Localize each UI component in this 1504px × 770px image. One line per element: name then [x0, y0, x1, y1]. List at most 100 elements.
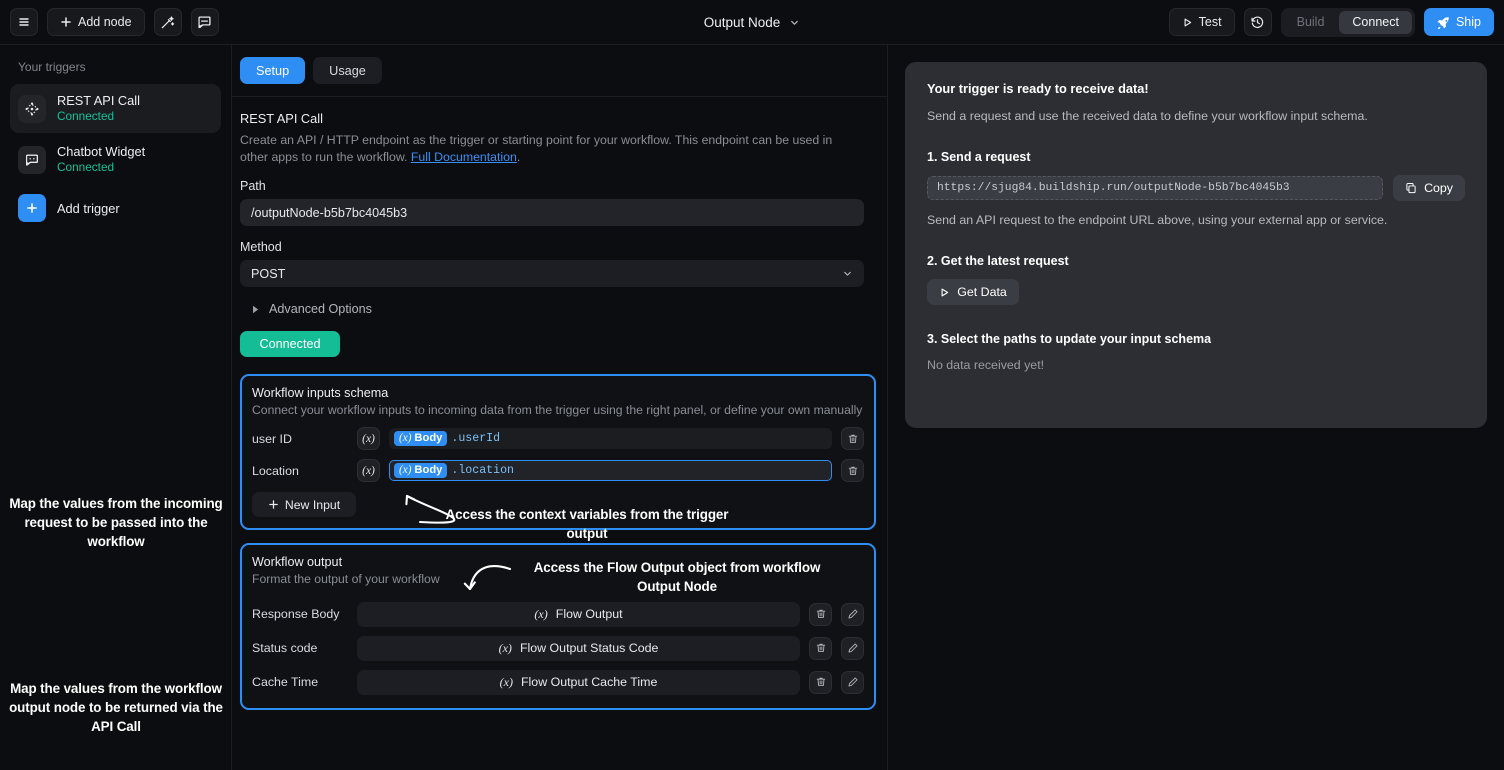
expression-toggle-button[interactable]: (x) — [357, 427, 380, 451]
add-node-button[interactable]: Add node — [47, 8, 145, 36]
trigger-ready-title: Your trigger is ready to receive data! — [927, 81, 1149, 96]
copy-url-button[interactable]: Copy — [1393, 175, 1465, 201]
sidebar-item-rest-api-call[interactable]: REST API Call Connected — [10, 84, 221, 134]
x-prefix: (x) — [498, 640, 512, 655]
output-row: Cache Time (x) Flow Output Cache Time — [252, 669, 864, 695]
method-select[interactable]: POST — [240, 260, 864, 288]
trash-icon[interactable] — [809, 636, 832, 660]
output-value-field[interactable]: (x) Flow Output Status Code — [357, 635, 800, 661]
output-row-label: Response Body — [252, 607, 340, 622]
expression-path: .userId — [451, 432, 501, 446]
plus-icon — [18, 194, 46, 223]
node-title-dropdown[interactable]: Output Node — [704, 15, 801, 30]
plus-icon — [268, 499, 279, 510]
output-value-text: Flow Output Cache Time — [520, 675, 658, 690]
input-row-label: Location — [252, 463, 299, 478]
full-documentation-link[interactable]: Full Documentation — [411, 150, 517, 164]
annotation-map-inputs: Map the values from the incoming request… — [9, 496, 223, 550]
node-title-label: Output Node — [703, 15, 781, 30]
hamburger-menu-icon[interactable] — [10, 8, 38, 36]
chip-x-prefix: (x) — [399, 464, 412, 477]
chip-label: Body — [414, 432, 443, 445]
step-1-note: Send an API request to the endpoint URL … — [927, 213, 1388, 227]
body-variable-chip[interactable]: (x) Body — [394, 463, 448, 479]
annotation-map-output: Map the values from the workflow output … — [9, 681, 223, 735]
input-row: user ID (x) (x) Body .userId — [252, 427, 864, 451]
workflow-output-card: Workflow output Format the output of you… — [240, 543, 876, 710]
tab-setup[interactable]: Setup — [240, 57, 306, 84]
trigger-status: Connected — [57, 109, 115, 124]
method-value: POST — [251, 266, 286, 281]
output-value-text: Flow Output — [555, 607, 623, 622]
sidebar-heading: Your triggers — [18, 60, 86, 74]
magic-wand-icon[interactable] — [153, 8, 182, 36]
plus-icon — [60, 16, 72, 28]
path-input[interactable]: /outputNode-b5b7bc4045b3 — [240, 199, 864, 227]
output-value-field[interactable]: (x) Flow Output Cache Time — [357, 669, 800, 695]
x-prefix: (x) — [534, 606, 548, 621]
toolbar-left-group: Add node — [10, 8, 219, 36]
connected-badge[interactable]: Connected — [240, 331, 340, 358]
pencil-icon[interactable] — [841, 602, 864, 626]
get-data-button[interactable]: Get Data — [927, 279, 1019, 305]
pencil-icon[interactable] — [841, 670, 864, 694]
new-input-button[interactable]: New Input — [252, 492, 356, 518]
trash-icon[interactable] — [841, 459, 864, 483]
test-label: Test — [1198, 15, 1222, 29]
chevron-down-icon — [789, 17, 800, 28]
chip-x-prefix: (x) — [399, 432, 412, 445]
pencil-icon[interactable] — [841, 636, 864, 660]
inputs-card-title: Workflow inputs schema — [252, 386, 389, 401]
inputs-card-description: Connect your workflow inputs to incoming… — [252, 403, 863, 418]
output-value-text: Flow Output Status Code — [519, 641, 659, 656]
triangle-right-icon — [252, 305, 260, 314]
ship-label: Ship — [1455, 15, 1481, 29]
new-input-label: New Input — [284, 497, 341, 512]
setup-panel: Setup Usage REST API Call Create an API … — [232, 45, 888, 770]
section-title: REST API Call — [240, 111, 323, 126]
trash-icon[interactable] — [809, 602, 832, 626]
tab-connect[interactable]: Connect — [1339, 10, 1412, 34]
trigger-name: REST API Call — [57, 93, 140, 108]
method-label: Method — [240, 240, 282, 255]
tab-usage[interactable]: Usage — [313, 57, 382, 84]
no-data-message: No data received yet! — [927, 358, 1045, 372]
output-row-label: Cache Time — [252, 675, 319, 690]
chatbot-icon — [18, 145, 46, 174]
sidebar-item-add-trigger[interactable]: Add trigger — [10, 186, 221, 230]
input-expression-field[interactable]: (x) Body .location — [389, 460, 832, 482]
add-trigger-label: Add trigger — [57, 200, 120, 216]
ship-button[interactable]: Ship — [1423, 8, 1494, 36]
chat-bubble-icon[interactable] — [190, 8, 219, 36]
endpoint-url-field[interactable]: https://sjug84.buildship.run/outputNode-… — [927, 176, 1384, 200]
section-description: Create an API / HTTP endpoint as the tri… — [240, 132, 854, 165]
get-data-label: Get Data — [957, 285, 1007, 299]
expression-path: .location — [451, 464, 515, 478]
section-desc-part1: Create an API / HTTP endpoint as the tri… — [240, 133, 833, 164]
toolbar-right-group: Test Build Connect Ship — [1168, 7, 1494, 37]
input-row: Location (x) (x) Body .location — [252, 459, 864, 483]
output-value-field[interactable]: (x) Flow Output — [357, 601, 800, 627]
trash-icon[interactable] — [841, 427, 864, 451]
annotation-flow-output: Access the Flow Output object from workf… — [533, 560, 821, 595]
output-row: Status code (x) Flow Output Status Code — [252, 635, 864, 661]
main-body: Your triggers REST API Call Connected Ch… — [0, 45, 1504, 770]
workflow-inputs-schema-card: Workflow inputs schema Connect your work… — [240, 374, 876, 541]
input-expression-field[interactable]: (x) Body .userId — [389, 428, 832, 450]
advanced-options-toggle[interactable]: Advanced Options — [252, 302, 879, 316]
section-desc-part2: . — [516, 149, 521, 164]
play-icon — [939, 287, 950, 298]
tab-build[interactable]: Build — [1284, 11, 1338, 34]
api-node-icon — [18, 94, 46, 123]
body-variable-chip[interactable]: (x) Body — [394, 431, 448, 447]
trigger-status: Connected — [57, 160, 115, 175]
x-prefix: (x) — [499, 674, 513, 689]
expression-toggle-button[interactable]: (x) — [357, 459, 380, 483]
sidebar-item-chatbot-widget[interactable]: Chatbot Widget Connected — [10, 135, 221, 184]
panel-tabs: Setup Usage — [232, 45, 887, 97]
trash-icon[interactable] — [809, 670, 832, 694]
history-clock-icon[interactable] — [1243, 8, 1272, 36]
rocket-icon — [1437, 16, 1450, 29]
test-button[interactable]: Test — [1168, 8, 1235, 36]
chevron-down-icon — [842, 268, 853, 279]
